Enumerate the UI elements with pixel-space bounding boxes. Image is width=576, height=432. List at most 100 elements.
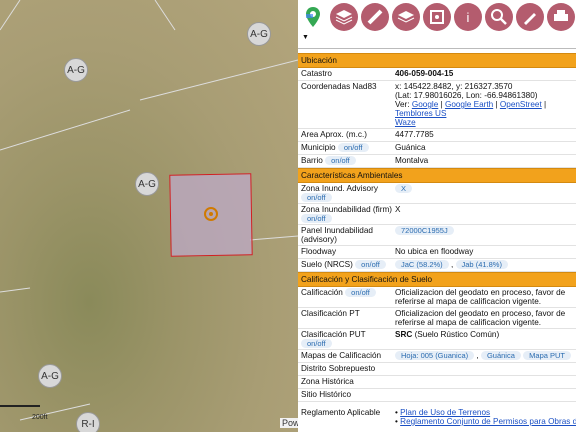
clasif-put-value: SRC (Suelo Rústico Común) (395, 330, 576, 348)
link-google-earth[interactable]: Google Earth (445, 100, 493, 109)
coords-xy: x: 145422.8482, y: 216327.3570 (395, 82, 513, 91)
zone-label: A-G (38, 364, 62, 388)
zona-inund-firm-toggle[interactable]: on/off (301, 214, 332, 223)
row-barrio: Barrio on/off Montalva (298, 155, 576, 168)
clasif-put-code: SRC (395, 330, 413, 339)
row-zona-hist: Zona Histórica (298, 376, 576, 389)
clasif-put-text: Clasificación PUT (301, 330, 366, 339)
stack-icon[interactable] (392, 3, 420, 31)
area-label: Area Aprox. (m.c.) (301, 130, 367, 139)
row-mapas: Mapas de Calificación Hoja: 005 (Guanica… (298, 350, 576, 363)
google-maps-icon[interactable] (299, 3, 327, 31)
barrio-toggle[interactable]: on/off (325, 156, 356, 165)
zona-inund-adv-link[interactable]: X (395, 184, 413, 193)
panel-inund-link[interactable]: 72000C1955J (395, 226, 454, 235)
clasif-put-toggle[interactable]: on/off (301, 339, 332, 348)
calificacion-label-text: Calificación (301, 288, 343, 297)
location-marker-icon (204, 207, 218, 221)
info-icon[interactable]: i (454, 3, 482, 31)
scale-bar: 200ft (0, 404, 48, 421)
coords-latlon: (Lat: 17.98016026, Lon: -66.94861380) (395, 91, 538, 100)
catastro-value: 406-059-004-15 (395, 69, 454, 78)
draw-icon[interactable] (516, 3, 544, 31)
section-ambientales: Características Ambientales (298, 168, 576, 183)
row-panel-inund: Panel Inundabilidad (advisory) 72000C195… (298, 225, 576, 246)
suelo-link-jab[interactable]: Jab (41.8%) (455, 260, 508, 269)
layers-icon[interactable] (330, 3, 358, 31)
municipio-toggle[interactable]: on/off (337, 143, 369, 152)
suelo-link-jac[interactable]: JaC (58.2%) (395, 260, 449, 269)
suelo-label: Suelo (NRCS) on/off (298, 260, 395, 270)
reglamento-links: • Plan de Uso de Terrenos • Reglamento C… (395, 408, 576, 426)
distrito-label: Distrito Sobrepuesto (301, 364, 376, 373)
map-view[interactable]: A-G A-G A-G A-G R-I 200ft Pow (0, 0, 298, 432)
panel-inund-value: 72000C1955J (395, 226, 576, 244)
clasif-put-desc: (Suelo Rústico Común) (414, 330, 500, 339)
municipio-label: Municipio on/off (298, 143, 395, 153)
barrio-label-text: Barrio (301, 156, 323, 165)
collapse-toggle[interactable]: ▼ (298, 34, 576, 49)
zona-inund-adv-label: Zona Inund. Advisory on/off (298, 184, 395, 202)
powered-by-label: Pow (280, 418, 298, 428)
calificacion-toggle[interactable]: on/off (345, 288, 376, 297)
search-icon[interactable] (485, 3, 513, 31)
mapas-link-hoja[interactable]: Hoja: 005 (Guanica) (395, 351, 475, 360)
link-plan-uso[interactable]: Plan de Uso de Terrenos (400, 408, 490, 417)
mapas-link-put[interactable]: Mapa PUT (523, 351, 572, 360)
reglamento-label: Reglamento Aplicable (301, 408, 381, 417)
row-reglamento: Reglamento Aplicable • Plan de Uso de Te… (298, 407, 576, 427)
calificacion-label: Calificación on/off (298, 288, 395, 306)
gps-icon[interactable] (423, 3, 451, 31)
zona-inund-firm-value: X (395, 205, 401, 214)
info-panel: i ▼ Ubicación Catastro 406-059-004-15 Co… (298, 0, 576, 432)
mapas-link-guanica[interactable]: Guánica (480, 351, 521, 360)
area-value: 4477.7785 (395, 130, 434, 139)
link-google[interactable]: Google (412, 100, 438, 109)
ver-label: Ver: (395, 100, 410, 109)
panel-inund-label: Panel Inundabilidad (advisory) (301, 226, 373, 244)
zona-inund-firm-label: Zona Inundabilidad (firm) on/off (298, 205, 395, 223)
print-icon[interactable] (547, 3, 575, 31)
zone-label: A-G (64, 58, 88, 82)
row-zona-inund-adv: Zona Inund. Advisory on/off X (298, 183, 576, 204)
zone-label: A-G (247, 22, 271, 46)
suelo-values: JaC (58.2%) , Jab (41.8%) (395, 260, 576, 270)
suelo-label-text: Suelo (NRCS) (301, 260, 353, 269)
catastro-label: Catastro (301, 69, 332, 78)
section-calificacion: Calificación y Clasificación de Suelo (298, 272, 576, 287)
sitio-hist-label: Sitio Histórico (301, 390, 352, 399)
row-suelo: Suelo (NRCS) on/off JaC (58.2%) , Jab (4… (298, 259, 576, 272)
link-reglamento-conjunto[interactable]: Reglamento Conjunto de Permisos para Obr… (400, 417, 576, 426)
row-calificacion: Calificación on/off Oficializacion del g… (298, 287, 576, 308)
barrio-label: Barrio on/off (298, 156, 395, 166)
row-municipio: Municipio on/off Guánica (298, 142, 576, 155)
layer-switch-icon[interactable] (361, 3, 389, 31)
row-area: Area Aprox. (m.c.) 4477.7785 (298, 129, 576, 142)
municipio-label-text: Municipio (301, 143, 336, 152)
zona-inund-firm-text: Zona Inundabilidad (firm) (301, 205, 393, 214)
row-distrito: Distrito Sobrepuesto (298, 363, 576, 376)
link-openstreet[interactable]: OpenStreet (500, 100, 542, 109)
link-temblores[interactable]: Temblores US (395, 109, 446, 118)
row-coordenadas: Coordenadas Nad83 x: 145422.8482, y: 216… (298, 81, 576, 129)
section-ubicacion: Ubicación (298, 53, 576, 68)
scale-bar-graphic (0, 405, 40, 407)
floodway-value: No ubica en floodway (395, 247, 474, 256)
coords-links: Ver: Google | Google Earth | OpenStreet … (395, 100, 547, 118)
row-zona-inund-firm: Zona Inundabilidad (firm) on/off X (298, 204, 576, 225)
suelo-toggle[interactable]: on/off (355, 260, 386, 269)
toolbar: i (298, 0, 576, 34)
clasif-pt-label: Clasificación PT (301, 309, 360, 318)
mapas-label: Mapas de Calificación (301, 351, 382, 360)
zona-inund-adv-value: X (395, 184, 576, 202)
clasif-put-label: Clasificación PUT on/off (298, 330, 395, 348)
row-sitio-hist: Sitio Histórico (298, 389, 576, 402)
zona-hist-label: Zona Histórica (301, 377, 354, 386)
scale-label: 200ft (32, 414, 48, 421)
clasif-pt-value: Oficializacion del geodato en proceso, f… (395, 309, 566, 327)
floodway-label: Floodway (301, 247, 337, 256)
calificacion-value: Oficializacion del geodato en proceso, f… (395, 288, 566, 306)
zona-inund-adv-toggle[interactable]: on/off (301, 193, 332, 202)
link-waze[interactable]: Waze (395, 118, 416, 127)
mapas-values: Hoja: 005 (Guanica) , Guánica Mapa PUT (395, 351, 576, 361)
